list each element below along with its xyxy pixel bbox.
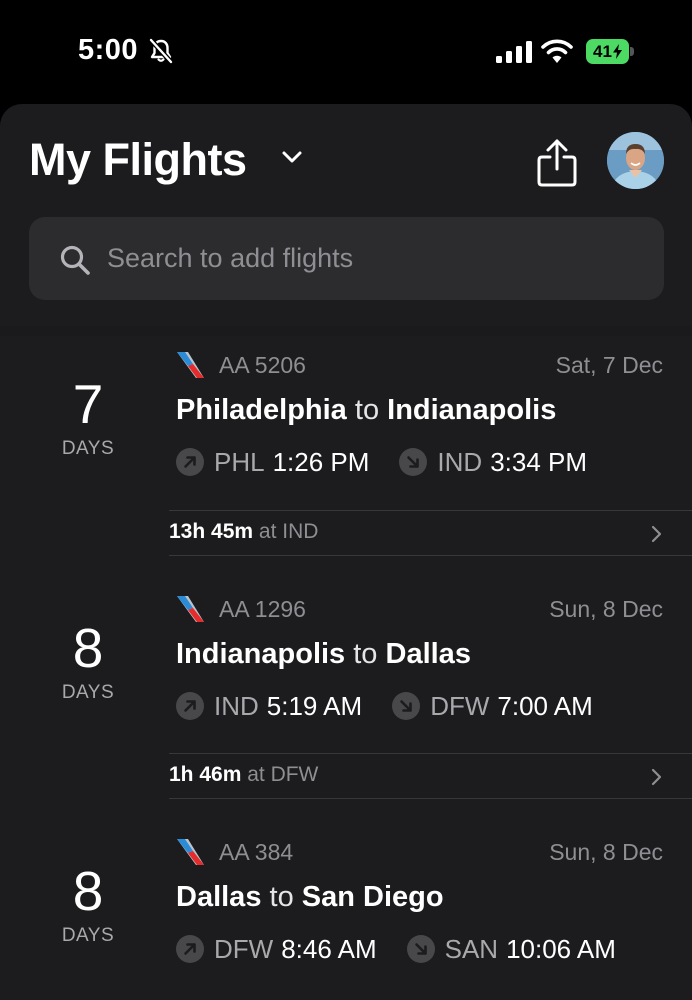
arrival-arrow-icon xyxy=(399,448,428,476)
route: Indianapolis to Dallas xyxy=(176,638,471,671)
search-input[interactable] xyxy=(107,217,647,300)
times-row: DFW 8:46 AM SAN 10:06 AM xyxy=(176,932,616,966)
search-icon xyxy=(60,245,90,275)
layover-location: at DFW xyxy=(247,763,319,786)
route-connector: to xyxy=(269,881,294,913)
origin-city: Indianapolis xyxy=(176,638,346,670)
departure-time: 8:46 AM xyxy=(281,933,377,964)
wifi-icon xyxy=(541,39,573,63)
days-count: 8 xyxy=(72,617,104,679)
chevron-right-icon xyxy=(651,768,662,786)
layover-row[interactable]: 13h 45m at IND xyxy=(169,510,692,556)
cellular-signal-icon xyxy=(496,41,532,63)
arrival-arrow-icon xyxy=(406,935,435,963)
layover-text: 1h 46m at DFW xyxy=(169,763,318,787)
departure-airport: DFW xyxy=(214,933,274,964)
flight-date: Sat, 7 Dec xyxy=(555,352,663,378)
share-icon[interactable] xyxy=(536,138,578,188)
departure-arrow-icon xyxy=(176,692,204,720)
avatar[interactable] xyxy=(607,132,664,189)
battery-level: 41 xyxy=(586,39,629,64)
search-field[interactable] xyxy=(29,217,664,300)
arrival-time: 3:34 PM xyxy=(490,446,588,477)
page-title[interactable]: My Flights xyxy=(29,134,247,186)
profile-photo xyxy=(607,132,664,189)
american-airlines-logo-icon xyxy=(177,352,204,378)
battery-nub xyxy=(630,47,634,56)
flight-date: Sun, 8 Dec xyxy=(549,596,663,622)
days-label: DAYS xyxy=(61,682,115,703)
layover-text: 13h 45m at IND xyxy=(169,520,318,544)
origin-city: Dallas xyxy=(176,881,262,913)
departure-arrow-icon xyxy=(176,935,204,963)
days-label: DAYS xyxy=(61,925,115,946)
flight-card[interactable]: 8 DAYS AA 384 Sun, 8 Dec Dallas to San D… xyxy=(0,823,692,1000)
chevron-right-icon xyxy=(651,525,662,543)
bolt-icon xyxy=(612,44,622,59)
destination-city: Indianapolis xyxy=(387,394,557,426)
departure-time: 5:19 AM xyxy=(266,690,363,721)
departure-airport: IND xyxy=(214,690,259,721)
flight-card[interactable]: 8 DAYS AA 1296 Sun, 8 Dec Indianapolis t… xyxy=(0,580,692,758)
flight-date: Sun, 8 Dec xyxy=(549,839,663,865)
arrival-time: 7:00 AM xyxy=(497,690,593,721)
layover-row[interactable]: 1h 46m at DFW xyxy=(169,753,692,799)
departure-arrow-icon xyxy=(176,448,204,476)
flight-number: AA 5206 xyxy=(219,352,306,378)
route: Philadelphia to Indianapolis xyxy=(176,394,556,427)
arrival-arrow-icon xyxy=(392,692,421,720)
bell-slash-icon xyxy=(149,38,173,64)
flights-sheet: My Flights 7 DAYS xyxy=(0,104,692,1000)
times-row: IND 5:19 AM DFW 7:00 AM xyxy=(176,689,593,723)
days-count: 8 xyxy=(72,860,104,922)
route-connector: to xyxy=(353,638,378,670)
arrival-time: 10:06 AM xyxy=(506,933,616,964)
list-top-divider xyxy=(0,326,692,336)
chevron-down-icon[interactable] xyxy=(281,150,303,164)
american-airlines-logo-icon xyxy=(177,596,204,622)
status-bar: 5:00 41 xyxy=(0,0,692,100)
days-label: DAYS xyxy=(61,438,115,459)
times-row: PHL 1:26 PM IND 3:34 PM xyxy=(176,445,587,479)
layover-duration: 1h 46m xyxy=(169,763,242,786)
american-airlines-logo-icon xyxy=(177,839,204,865)
flight-number: AA 1296 xyxy=(219,596,306,622)
flight-card[interactable]: 7 DAYS AA 5206 Sat, 7 Dec Philadelphia t… xyxy=(0,336,692,514)
flight-number: AA 384 xyxy=(219,839,294,865)
origin-city: Philadelphia xyxy=(176,394,347,426)
battery-percent: 41 xyxy=(593,41,612,61)
route-connector: to xyxy=(354,394,380,426)
layover-duration: 13h 45m xyxy=(169,520,254,543)
battery-charging-icon: 41 xyxy=(586,39,634,64)
departure-airport: PHL xyxy=(214,446,265,477)
destination-city: San Diego xyxy=(301,881,444,913)
arrival-airport: IND xyxy=(437,446,483,477)
status-time: 5:00 xyxy=(78,34,139,66)
days-count: 7 xyxy=(72,373,104,435)
layover-location: at IND xyxy=(258,520,319,543)
arrival-airport: DFW xyxy=(430,690,490,721)
arrival-airport: SAN xyxy=(444,933,499,964)
route: Dallas to San Diego xyxy=(176,881,444,914)
departure-time: 1:26 PM xyxy=(272,446,370,477)
destination-city: Dallas xyxy=(385,638,471,670)
